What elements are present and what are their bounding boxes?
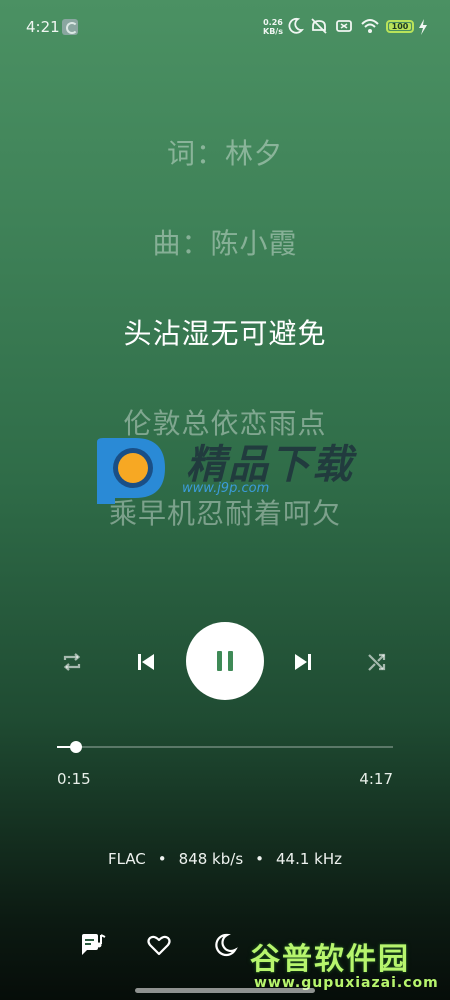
total-duration: 4:17 <box>359 770 393 788</box>
lyric-line-upcoming[interactable]: 乘早机忍耐着呵欠 <box>0 492 450 532</box>
mute-icon <box>311 18 327 34</box>
lyric-line-lyricist[interactable]: 词：林夕 <box>0 132 450 172</box>
network-speed-unit: KB/s <box>263 27 283 36</box>
lyric-line-composer[interactable]: 曲：陈小霞 <box>0 222 450 262</box>
repeat-icon <box>63 653 81 671</box>
watermark-bottom-title: 谷普软件园 <box>250 942 410 977</box>
gesture-nav-handle[interactable] <box>135 988 315 993</box>
shuffle-button[interactable] <box>355 640 399 684</box>
watermark-url: www.j9p.com <box>182 481 270 496</box>
seek-track[interactable] <box>57 746 393 748</box>
skip-previous-icon <box>138 654 154 670</box>
pause-icon <box>217 651 233 671</box>
lyrics-icon <box>82 934 106 955</box>
lyric-line-current[interactable]: 头沾湿无可避免 <box>0 312 450 352</box>
audio-format: FLAC <box>107 850 146 868</box>
skip-next-icon <box>295 654 311 670</box>
wrench-icon <box>62 19 78 35</box>
watermark-logo-icon <box>97 438 165 504</box>
audio-sample-rate: 44.1 kHz <box>276 850 343 868</box>
play-pause-button[interactable] <box>186 622 264 700</box>
next-button[interactable] <box>281 640 325 684</box>
wifi-icon <box>361 19 379 33</box>
battery-level: 100 <box>389 23 411 31</box>
network-speed: 0.26 KB/s <box>263 18 283 36</box>
separator-dot: • <box>157 850 167 868</box>
audio-info: FLAC • 848 kb/s • 44.1 kHz <box>0 850 450 868</box>
lyrics-button[interactable] <box>78 930 108 960</box>
sim-off-icon <box>336 20 352 32</box>
shuffle-icon <box>368 653 386 671</box>
heart-icon <box>147 935 171 956</box>
status-time: 4:21 <box>26 18 60 36</box>
moon-status-icon <box>288 17 304 34</box>
seek-thumb[interactable] <box>70 741 82 753</box>
separator-dot: • <box>255 850 264 868</box>
moon-icon <box>215 933 238 957</box>
playback-controls <box>0 620 450 704</box>
repeat-button[interactable] <box>50 640 94 684</box>
favorite-button[interactable] <box>144 930 174 960</box>
audio-bitrate: 848 kb/s <box>178 850 244 868</box>
previous-button[interactable] <box>124 640 168 684</box>
sleep-timer-button[interactable] <box>210 930 240 960</box>
status-bar: 4:21 0.26 KB/s 100 <box>0 0 450 56</box>
battery-icon: 100 <box>386 20 414 33</box>
network-speed-value: 0.26 <box>263 18 283 27</box>
seek-bar[interactable] <box>57 740 393 754</box>
charging-icon <box>419 19 427 35</box>
elapsed-time: 0:15 <box>57 770 91 788</box>
